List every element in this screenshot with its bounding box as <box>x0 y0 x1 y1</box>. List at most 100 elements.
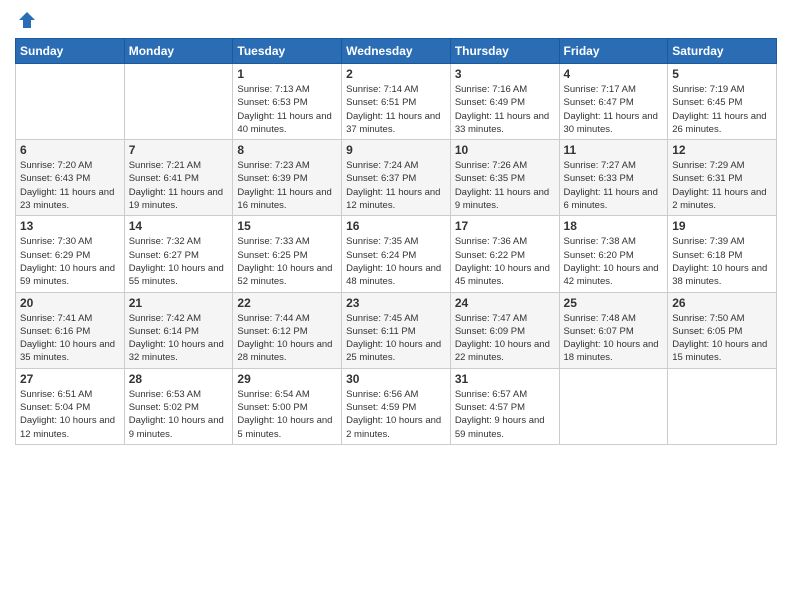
day-number: 5 <box>672 67 772 81</box>
day-number: 14 <box>129 219 229 233</box>
calendar-cell: 3Sunrise: 7:16 AM Sunset: 6:49 PM Daylig… <box>450 64 559 140</box>
day-number: 22 <box>237 296 337 310</box>
day-number: 3 <box>455 67 555 81</box>
calendar-week-row: 20 Sunrise: 7:41 AM Sunset: 6:16 PM Dayli… <box>16 292 777 368</box>
day-info: Sunrise: 7:19 AM Sunset: 6:45 PM Dayligh… <box>672 83 772 136</box>
day-info: Sunrise: 7:48 AM Sunset: 6:07 PM Dayligh… <box>564 312 664 365</box>
day-info: Sunrise: 7:32 AM Sunset: 6:27 PM Dayligh… <box>129 235 229 288</box>
calendar-cell <box>124 64 233 140</box>
calendar-cell: 5 Sunrise: 7:19 AM Sunset: 6:45 PM Daylig… <box>668 64 777 140</box>
day-number: 11 <box>564 143 664 157</box>
calendar-header-row: SundayMondayTuesdayWednesdayThursdayFrid… <box>16 39 777 64</box>
day-info: Sunrise: 7:27 AM Sunset: 6:33 PM Dayligh… <box>564 159 664 212</box>
day-info: Sunrise: 6:56 AM Sunset: 4:59 PM Dayligh… <box>346 388 446 441</box>
day-number: 27 <box>20 372 120 386</box>
calendar-cell: 29Sunrise: 6:54 AM Sunset: 5:00 PM Dayli… <box>233 368 342 444</box>
day-info: Sunrise: 7:14 AM Sunset: 6:51 PM Dayligh… <box>346 83 446 136</box>
calendar-cell: 18 Sunrise: 7:38 AM Sunset: 6:20 PM Dayli… <box>559 216 668 292</box>
day-number: 1 <box>237 67 337 81</box>
calendar-cell: 22Sunrise: 7:44 AM Sunset: 6:12 PM Dayli… <box>233 292 342 368</box>
weekday-header: Tuesday <box>233 39 342 64</box>
day-number: 8 <box>237 143 337 157</box>
day-info: Sunrise: 7:21 AM Sunset: 6:41 PM Dayligh… <box>129 159 229 212</box>
day-number: 20 <box>20 296 120 310</box>
logo <box>15 10 37 30</box>
day-info: Sunrise: 6:51 AM Sunset: 5:04 PM Dayligh… <box>20 388 120 441</box>
calendar-cell: 8 Sunrise: 7:23 AM Sunset: 6:39 PM Daylig… <box>233 140 342 216</box>
day-info: Sunrise: 7:47 AM Sunset: 6:09 PM Dayligh… <box>455 312 555 365</box>
day-info: Sunrise: 7:36 AM Sunset: 6:22 PM Dayligh… <box>455 235 555 288</box>
day-info: Sunrise: 6:57 AM Sunset: 4:57 PM Dayligh… <box>455 388 555 441</box>
calendar-cell: 2 Sunrise: 7:14 AM Sunset: 6:51 PM Daylig… <box>342 64 451 140</box>
day-info: Sunrise: 7:50 AM Sunset: 6:05 PM Dayligh… <box>672 312 772 365</box>
calendar-cell: 31 Sunrise: 6:57 AM Sunset: 4:57 PM Dayli… <box>450 368 559 444</box>
calendar-cell: 11 Sunrise: 7:27 AM Sunset: 6:33 PM Dayli… <box>559 140 668 216</box>
day-info: Sunrise: 7:30 AM Sunset: 6:29 PM Dayligh… <box>20 235 120 288</box>
day-number: 19 <box>672 219 772 233</box>
day-number: 9 <box>346 143 446 157</box>
day-number: 28 <box>129 372 229 386</box>
day-number: 16 <box>346 219 446 233</box>
calendar-cell: 9Sunrise: 7:24 AM Sunset: 6:37 PM Daylig… <box>342 140 451 216</box>
calendar-cell: 1 Sunrise: 7:13 AM Sunset: 6:53 PM Daylig… <box>233 64 342 140</box>
day-number: 6 <box>20 143 120 157</box>
calendar-cell: 24Sunrise: 7:47 AM Sunset: 6:09 PM Dayli… <box>450 292 559 368</box>
day-info: Sunrise: 7:42 AM Sunset: 6:14 PM Dayligh… <box>129 312 229 365</box>
day-info: Sunrise: 6:53 AM Sunset: 5:02 PM Dayligh… <box>129 388 229 441</box>
calendar-table: SundayMondayTuesdayWednesdayThursdayFrid… <box>15 38 777 445</box>
calendar-cell: 15Sunrise: 7:33 AM Sunset: 6:25 PM Dayli… <box>233 216 342 292</box>
calendar-cell: 20 Sunrise: 7:41 AM Sunset: 6:16 PM Dayli… <box>16 292 125 368</box>
calendar-cell <box>559 368 668 444</box>
calendar-cell: 7 Sunrise: 7:21 AM Sunset: 6:41 PM Daylig… <box>124 140 233 216</box>
calendar-cell: 12 Sunrise: 7:29 AM Sunset: 6:31 PM Dayli… <box>668 140 777 216</box>
calendar-cell: 16 Sunrise: 7:35 AM Sunset: 6:24 PM Dayli… <box>342 216 451 292</box>
day-info: Sunrise: 7:35 AM Sunset: 6:24 PM Dayligh… <box>346 235 446 288</box>
calendar-cell: 10 Sunrise: 7:26 AM Sunset: 6:35 PM Dayli… <box>450 140 559 216</box>
weekday-header: Sunday <box>16 39 125 64</box>
day-info: Sunrise: 7:29 AM Sunset: 6:31 PM Dayligh… <box>672 159 772 212</box>
day-number: 7 <box>129 143 229 157</box>
weekday-header: Thursday <box>450 39 559 64</box>
calendar-cell <box>16 64 125 140</box>
day-number: 12 <box>672 143 772 157</box>
calendar-week-row: 27 Sunrise: 6:51 AM Sunset: 5:04 PM Dayli… <box>16 368 777 444</box>
day-info: Sunrise: 6:54 AM Sunset: 5:00 PM Dayligh… <box>237 388 337 441</box>
header <box>15 10 777 30</box>
day-number: 26 <box>672 296 772 310</box>
weekday-header: Wednesday <box>342 39 451 64</box>
day-info: Sunrise: 7:38 AM Sunset: 6:20 PM Dayligh… <box>564 235 664 288</box>
weekday-header: Monday <box>124 39 233 64</box>
day-number: 17 <box>455 219 555 233</box>
day-info: Sunrise: 7:23 AM Sunset: 6:39 PM Dayligh… <box>237 159 337 212</box>
calendar-cell: 17 Sunrise: 7:36 AM Sunset: 6:22 PM Dayli… <box>450 216 559 292</box>
day-info: Sunrise: 7:45 AM Sunset: 6:11 PM Dayligh… <box>346 312 446 365</box>
day-number: 31 <box>455 372 555 386</box>
day-info: Sunrise: 7:33 AM Sunset: 6:25 PM Dayligh… <box>237 235 337 288</box>
calendar-cell: 21 Sunrise: 7:42 AM Sunset: 6:14 PM Dayli… <box>124 292 233 368</box>
day-info: Sunrise: 7:20 AM Sunset: 6:43 PM Dayligh… <box>20 159 120 212</box>
day-number: 30 <box>346 372 446 386</box>
day-number: 18 <box>564 219 664 233</box>
day-info: Sunrise: 7:26 AM Sunset: 6:35 PM Dayligh… <box>455 159 555 212</box>
weekday-header: Friday <box>559 39 668 64</box>
calendar-week-row: 6 Sunrise: 7:20 AM Sunset: 6:43 PM Daylig… <box>16 140 777 216</box>
day-number: 23 <box>346 296 446 310</box>
day-info: Sunrise: 7:39 AM Sunset: 6:18 PM Dayligh… <box>672 235 772 288</box>
day-number: 21 <box>129 296 229 310</box>
day-info: Sunrise: 7:13 AM Sunset: 6:53 PM Dayligh… <box>237 83 337 136</box>
day-number: 13 <box>20 219 120 233</box>
calendar-week-row: 1 Sunrise: 7:13 AM Sunset: 6:53 PM Daylig… <box>16 64 777 140</box>
calendar-cell: 19 Sunrise: 7:39 AM Sunset: 6:18 PM Dayli… <box>668 216 777 292</box>
calendar-cell: 28 Sunrise: 6:53 AM Sunset: 5:02 PM Dayli… <box>124 368 233 444</box>
calendar-cell: 30 Sunrise: 6:56 AM Sunset: 4:59 PM Dayli… <box>342 368 451 444</box>
calendar-cell: 13 Sunrise: 7:30 AM Sunset: 6:29 PM Dayli… <box>16 216 125 292</box>
day-number: 25 <box>564 296 664 310</box>
day-info: Sunrise: 7:41 AM Sunset: 6:16 PM Dayligh… <box>20 312 120 365</box>
calendar-cell: 6 Sunrise: 7:20 AM Sunset: 6:43 PM Daylig… <box>16 140 125 216</box>
calendar-cell <box>668 368 777 444</box>
calendar-cell: 14 Sunrise: 7:32 AM Sunset: 6:27 PM Dayli… <box>124 216 233 292</box>
calendar-cell: 26 Sunrise: 7:50 AM Sunset: 6:05 PM Dayli… <box>668 292 777 368</box>
day-number: 2 <box>346 67 446 81</box>
page: SundayMondayTuesdayWednesdayThursdayFrid… <box>0 0 792 612</box>
day-number: 10 <box>455 143 555 157</box>
